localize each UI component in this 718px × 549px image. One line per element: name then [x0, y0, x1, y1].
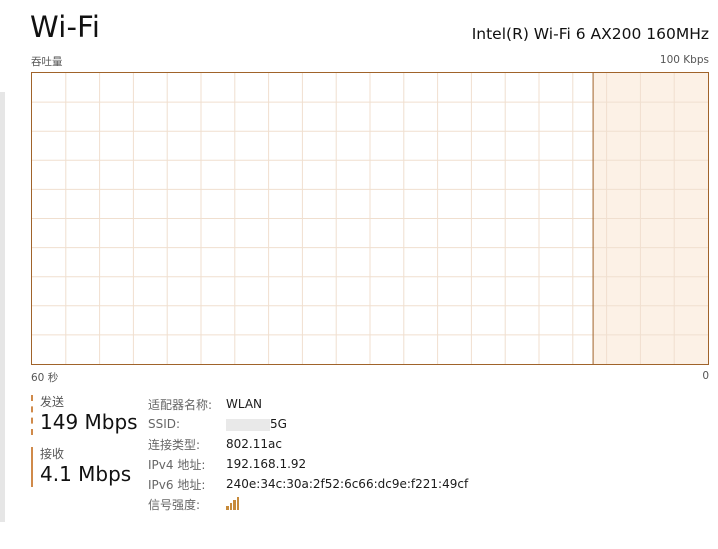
- signal-bar: [233, 499, 236, 510]
- ipv4-value: 192.168.1.92: [226, 457, 307, 471]
- ipv6-key: IPv6 地址:: [148, 477, 206, 492]
- send-value: 149 Mbps: [40, 410, 138, 434]
- ssid-value-wrap: 5G: [226, 417, 287, 431]
- signal-bar: [236, 496, 239, 510]
- adapter-name-key: 适配器名称:: [148, 397, 213, 412]
- receive-value: 4.1 Mbps: [40, 462, 132, 486]
- ipv6-value: 240e:34c:30a:2f52:6c66:dc9e:f221:49cf: [226, 477, 469, 491]
- ssid-key: SSID:: [148, 417, 181, 431]
- receive-stat[interactable]: 接收 4.1 Mbps: [31, 447, 131, 487]
- x-axis-min-label: 0: [702, 370, 709, 382]
- throughput-graph-svg: [32, 73, 708, 364]
- ssid-value: 5G: [270, 417, 287, 431]
- detail-row-ipv6: IPv6 地址: 240e:34c:30a:2f52:6c66:dc9e:f22…: [148, 474, 468, 494]
- signal-key: 信号强度:: [148, 497, 201, 512]
- detail-row-ipv4: IPv4 地址: 192.168.1.92: [148, 454, 468, 474]
- signal-bar: [229, 502, 232, 510]
- y-axis-max-label: 100 Kbps: [659, 54, 709, 66]
- detail-row-ssid: SSID: 5G: [148, 414, 468, 434]
- scrollbar-track[interactable]: [0, 92, 5, 522]
- signal-strength-icon: [226, 496, 239, 510]
- send-stat[interactable]: 发送 149 Mbps: [31, 395, 138, 435]
- x-axis-label: 60 秒: [31, 372, 59, 384]
- adapter-name-value: WLAN: [226, 397, 263, 411]
- details-table: 适配器名称: WLAN SSID: 5G 连接类型: 802.11ac IPv4…: [148, 394, 468, 514]
- throughput-graph[interactable]: [31, 72, 709, 365]
- connection-type-value: 802.11ac: [226, 437, 282, 451]
- signal-bar: [226, 505, 229, 510]
- detail-row-connection-type: 连接类型: 802.11ac: [148, 434, 468, 454]
- ssid-redaction: [226, 418, 270, 431]
- send-label: 发送: [40, 395, 65, 409]
- wifi-performance-panel: Wi-Fi Intel(R) Wi-Fi 6 AX200 160MHz 吞吐量 …: [0, 0, 718, 549]
- adapter-model: Intel(R) Wi-Fi 6 AX200 160MHz: [471, 25, 709, 43]
- detail-row-signal: 信号强度:: [148, 494, 468, 514]
- ipv4-key: IPv4 地址:: [148, 457, 206, 472]
- connection-type-key: 连接类型:: [148, 437, 201, 452]
- y-axis-label: 吞吐量: [31, 56, 63, 68]
- page-title: Wi-Fi: [30, 10, 101, 44]
- signal-value: [226, 496, 239, 513]
- detail-row-adapter: 适配器名称: WLAN: [148, 394, 468, 414]
- receive-label: 接收: [40, 447, 65, 461]
